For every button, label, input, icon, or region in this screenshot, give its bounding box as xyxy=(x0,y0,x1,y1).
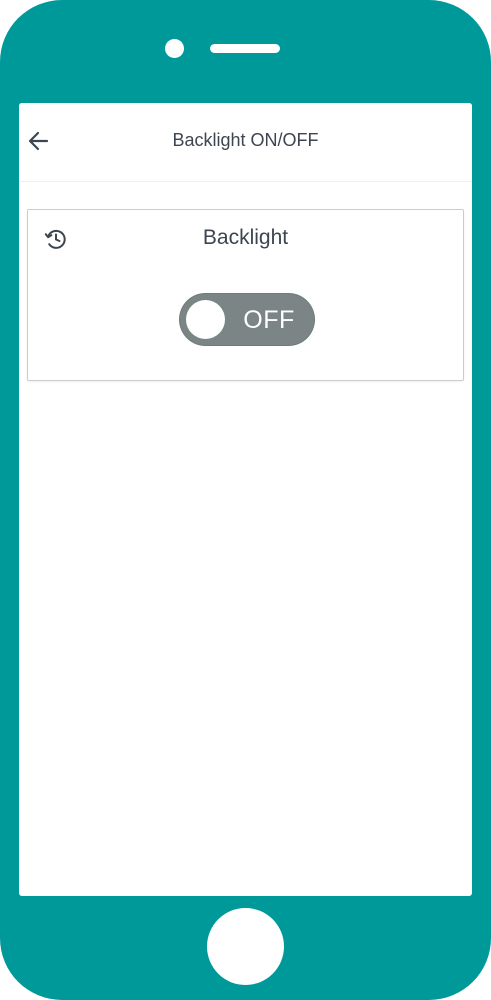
card-title: Backlight xyxy=(202,226,289,249)
page-title: Backlight ON/OFF xyxy=(172,130,319,150)
earpiece-speaker xyxy=(210,44,280,53)
front-camera xyxy=(165,39,184,58)
screen: Backlight ON/OFF Backlight OFF xyxy=(19,103,472,896)
toggle-state-label: OFF xyxy=(243,306,295,334)
backlight-card: Backlight OFF xyxy=(27,209,464,381)
backlight-toggle[interactable]: OFF xyxy=(179,293,315,346)
app-bar: Backlight ON/OFF xyxy=(19,103,472,182)
home-button[interactable] xyxy=(207,908,284,985)
phone-frame: Backlight ON/OFF Backlight OFF xyxy=(0,0,491,1000)
toggle-knob[interactable] xyxy=(186,300,225,339)
